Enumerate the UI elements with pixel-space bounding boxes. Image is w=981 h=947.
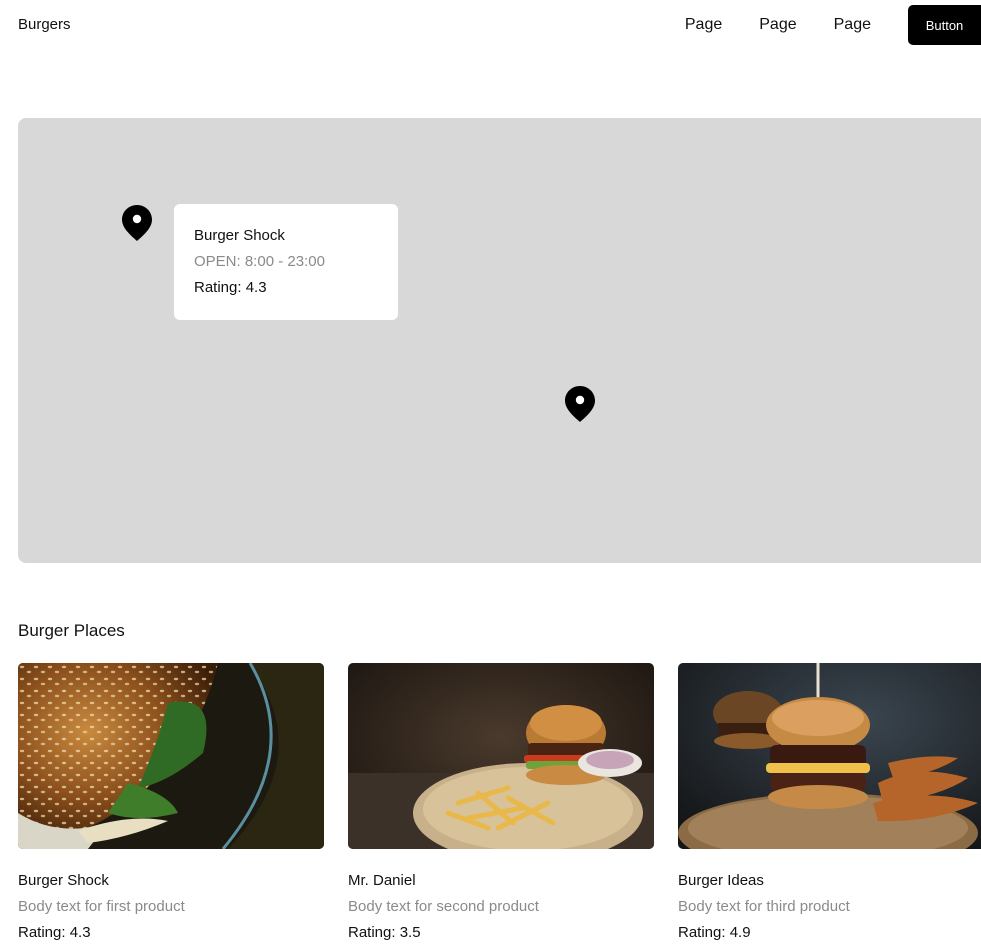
nav: Page Page Page Button bbox=[685, 5, 981, 45]
nav-link-page-3[interactable]: Page bbox=[834, 16, 871, 34]
nav-link-page-1[interactable]: Page bbox=[685, 16, 722, 34]
product-card[interactable]: Burger Ideas Body text for third product… bbox=[678, 663, 981, 942]
header: Burgers Page Page Page Button bbox=[0, 0, 981, 50]
product-image[interactable] bbox=[18, 663, 324, 849]
product-card[interactable]: Mr. Daniel Body text for second product … bbox=[348, 663, 654, 942]
popup-hours: OPEN: 8:00 - 23:00 bbox=[194, 253, 325, 270]
product-name[interactable]: Mr. Daniel bbox=[348, 871, 654, 890]
cards-list: Burger Shock Body text for first product… bbox=[18, 663, 981, 947]
nav-link-page-2[interactable]: Page bbox=[759, 16, 796, 34]
product-card[interactable]: Burger Shock Body text for first product… bbox=[18, 663, 324, 942]
product-name[interactable]: Burger Shock bbox=[18, 871, 324, 890]
section-title: Burger Places bbox=[18, 621, 125, 640]
product-rating: Rating: 4.9 bbox=[678, 924, 751, 941]
product-image[interactable] bbox=[348, 663, 654, 849]
page: Burgers Page Page Page Button Burger Sho… bbox=[0, 0, 981, 947]
product-description: Body text for first product bbox=[18, 898, 185, 915]
product-description: Body text for second product bbox=[348, 898, 539, 915]
product-rating: Rating: 3.5 bbox=[348, 924, 421, 941]
popup-name: Burger Shock bbox=[194, 227, 285, 244]
product-image[interactable] bbox=[678, 663, 981, 849]
product-rating: Rating: 4.3 bbox=[18, 924, 91, 941]
brand-logo[interactable]: Burgers bbox=[18, 16, 71, 33]
popup-rating: Rating: 4.3 bbox=[194, 279, 267, 296]
map-popup: Burger Shock OPEN: 8:00 - 23:00 Rating: … bbox=[174, 204, 398, 320]
map-pin-icon[interactable] bbox=[564, 385, 596, 423]
map[interactable]: Burger Shock OPEN: 8:00 - 23:00 Rating: … bbox=[18, 118, 981, 563]
product-name[interactable]: Burger Ideas bbox=[678, 871, 981, 890]
map-pin-icon[interactable] bbox=[121, 204, 153, 242]
header-button[interactable]: Button bbox=[908, 5, 981, 45]
product-description: Body text for third product bbox=[678, 898, 850, 915]
